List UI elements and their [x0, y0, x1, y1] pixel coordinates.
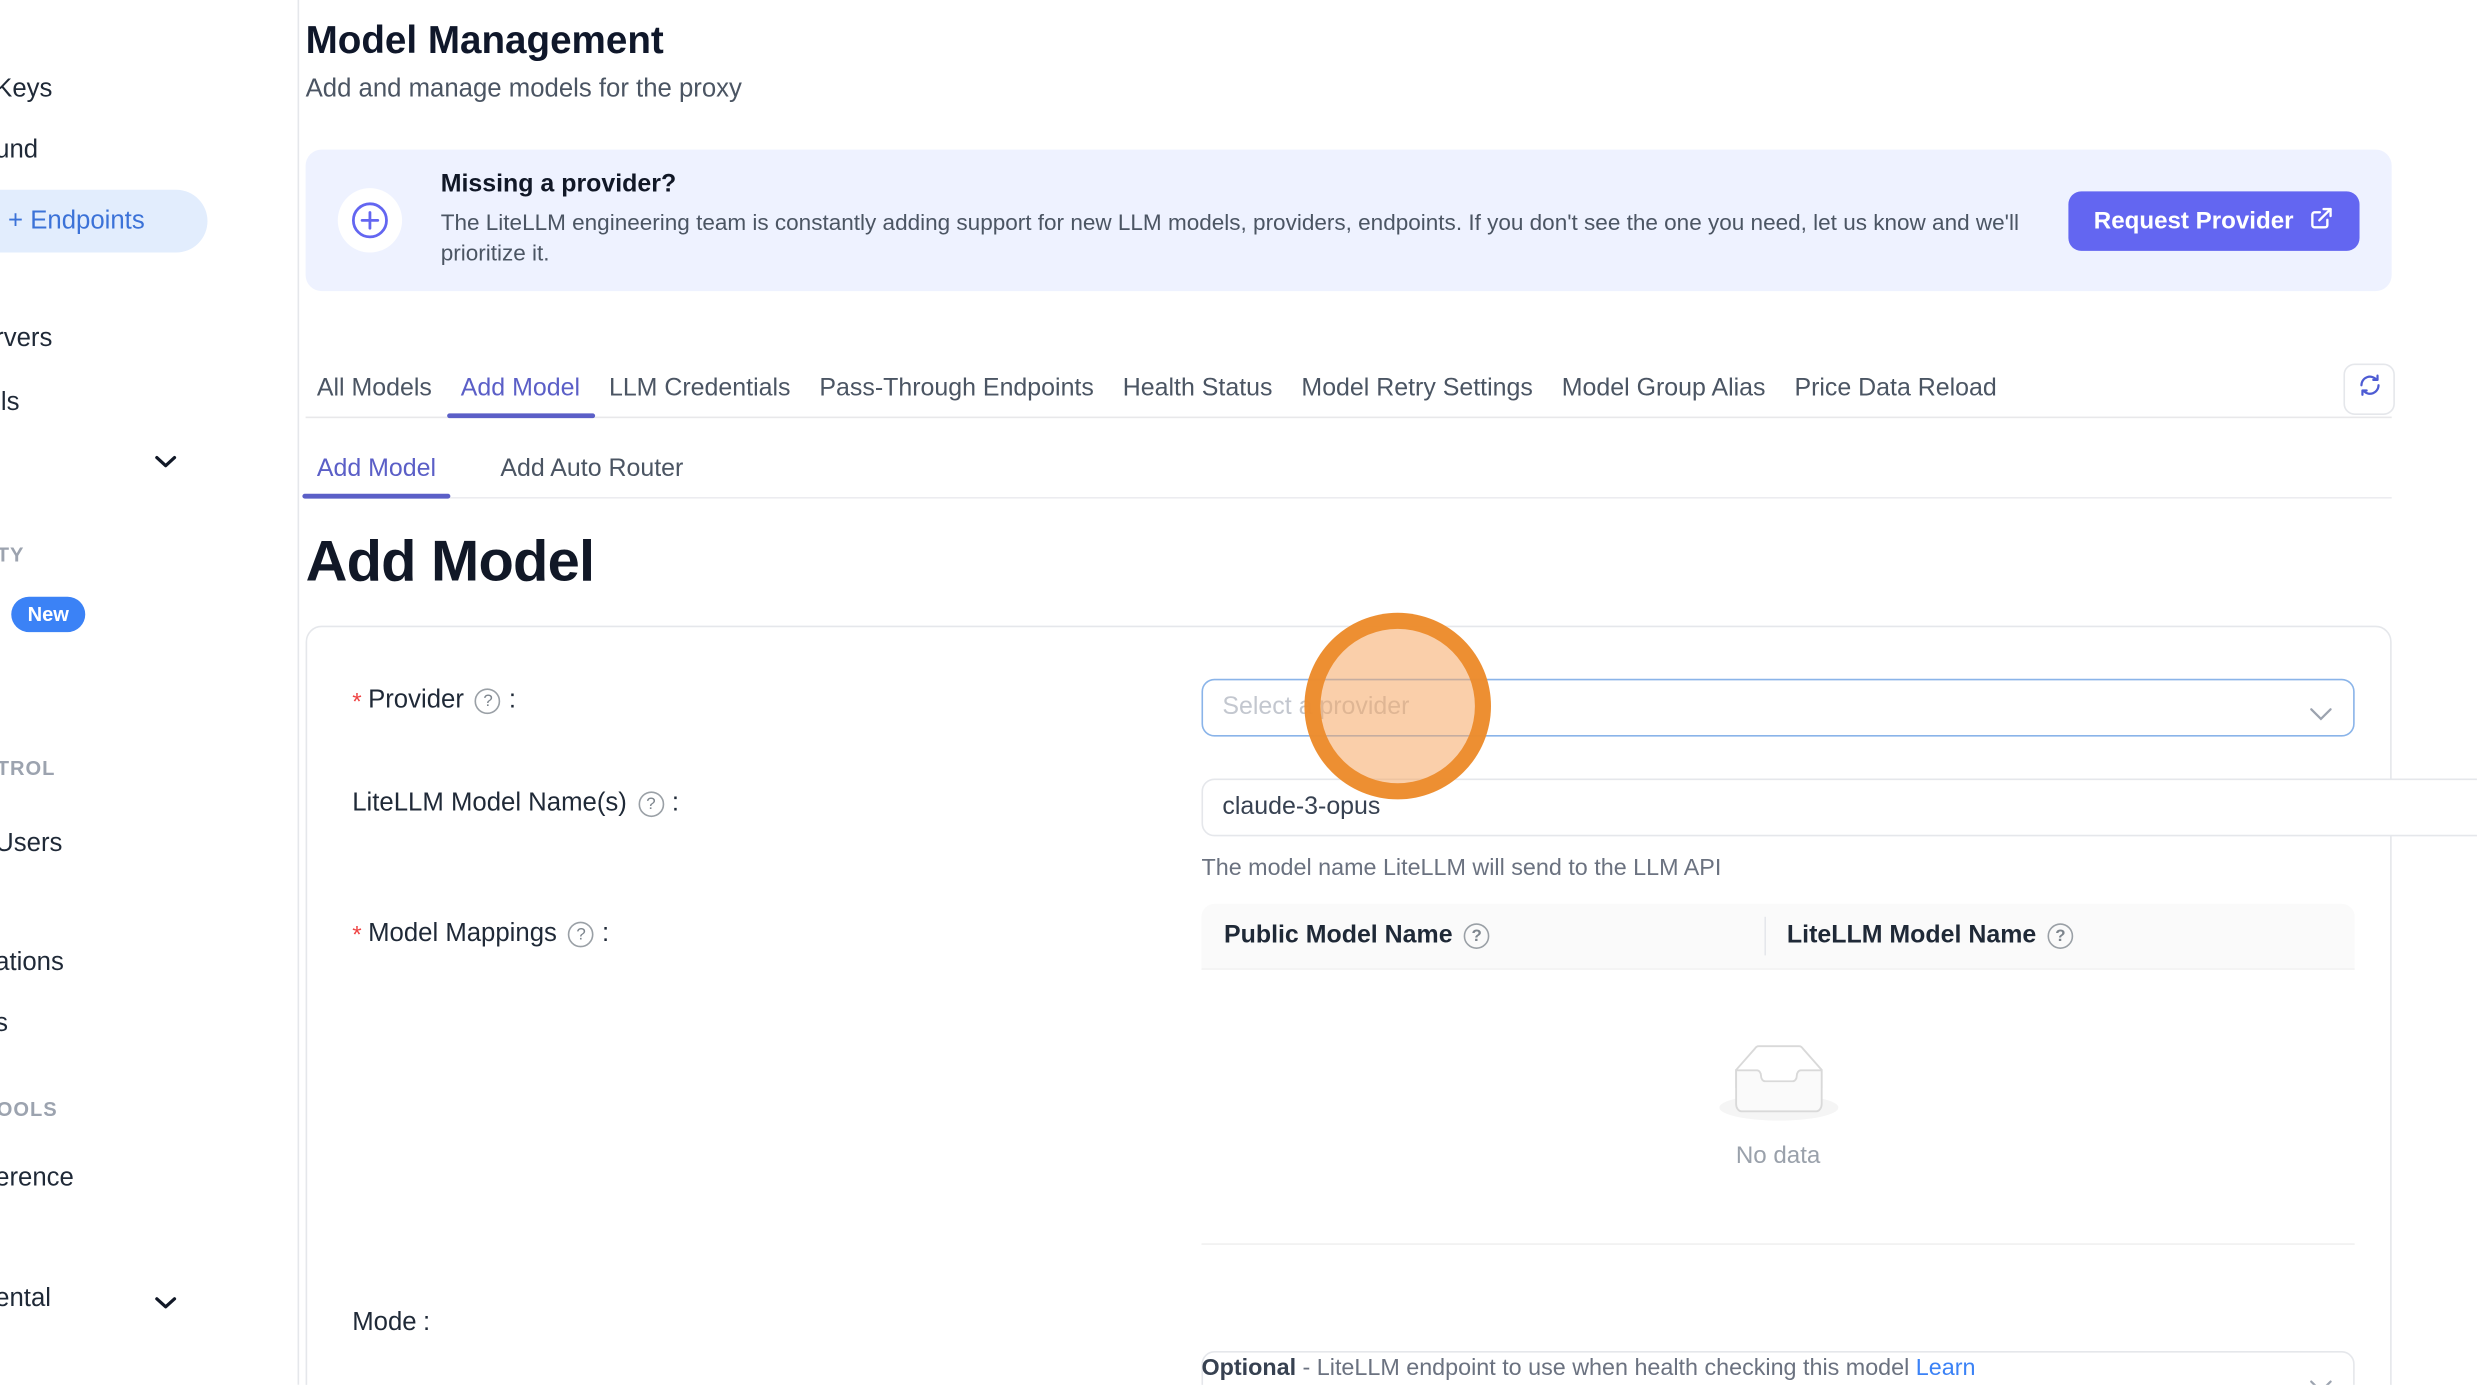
- sidebar-item-inference[interactable]: erence: [0, 1164, 74, 1193]
- model-tabs: All Models Add Model LLM Credentials Pas…: [302, 372, 2011, 415]
- sidebar-item-teams[interactable]: s: [0, 1010, 8, 1039]
- sidebar-item-mcp-servers[interactable]: rvers: [0, 325, 52, 354]
- model-name-input[interactable]: [1201, 778, 2476, 836]
- required-marker: *: [352, 688, 361, 715]
- external-link-icon: [2308, 205, 2334, 237]
- subtab-add-auto-router[interactable]: Add Auto Router: [486, 452, 698, 497]
- sidebar-item-experimental[interactable]: ental: [0, 1285, 51, 1314]
- chevron-down-icon: [2310, 701, 2333, 730]
- add-model-form-card: * Provider ? : Select a provider LiteLLM…: [306, 626, 2392, 1385]
- question-circle-icon[interactable]: ?: [2048, 923, 2074, 949]
- required-marker: *: [352, 921, 361, 948]
- request-provider-button[interactable]: Request Provider: [2068, 191, 2359, 251]
- question-circle-icon[interactable]: ?: [475, 688, 501, 714]
- chevron-down-icon[interactable]: [154, 1290, 177, 1304]
- page-title: Model Management: [306, 19, 664, 64]
- mappings-empty-state: No data: [1201, 970, 2354, 1245]
- sidebar-item-playground[interactable]: und: [0, 137, 38, 166]
- sidebar-section-access-control: TROL: [0, 758, 55, 781]
- subtab-add-model[interactable]: Add Model: [302, 452, 450, 497]
- public-model-name-header: Public Model Name ?: [1201, 922, 1764, 951]
- sidebar-item-organizations[interactable]: ations: [0, 949, 64, 978]
- sidebar: Keys und + Endpoints rvers ils TY New TR…: [0, 0, 299, 1385]
- model-mappings-table: Public Model Name ? LiteLLM Model Name ?: [1201, 904, 2354, 1245]
- add-model-heading: Add Model: [306, 524, 595, 598]
- tab-price-data-reload[interactable]: Price Data Reload: [1780, 372, 2011, 415]
- sidebar-section-observability: TY: [0, 544, 24, 567]
- app-window: Keys und + Endpoints rvers ils TY New TR…: [0, 0, 2477, 1385]
- refresh-button[interactable]: [2343, 363, 2394, 414]
- sidebar-section-tools: OOLS: [0, 1099, 58, 1122]
- question-circle-icon[interactable]: ?: [638, 791, 664, 817]
- litellm-model-name-header: LiteLLM Model Name ?: [1764, 922, 2079, 951]
- provider-select[interactable]: Select a provider: [1201, 679, 2354, 737]
- learn-more-link[interactable]: Learn: [1916, 1356, 1976, 1382]
- provider-placeholder: Select a provider: [1222, 693, 1409, 722]
- question-circle-icon[interactable]: ?: [568, 922, 594, 948]
- mode-label: Mode :: [352, 1309, 430, 1338]
- tab-model-retry-settings[interactable]: Model Retry Settings: [1287, 372, 1547, 415]
- tab-model-group-alias[interactable]: Model Group Alias: [1547, 372, 1780, 415]
- question-circle-icon[interactable]: ?: [1464, 923, 1490, 949]
- chevron-down-icon: [2310, 1374, 2333, 1385]
- chevron-down-icon[interactable]: [154, 449, 177, 463]
- request-provider-label: Request Provider: [2094, 207, 2294, 234]
- mappings-table-header: Public Model Name ? LiteLLM Model Name ?: [1201, 904, 2354, 970]
- tab-llm-credentials[interactable]: LLM Credentials: [594, 372, 804, 415]
- provider-label: * Provider ? :: [352, 687, 516, 716]
- tabs-divider: [306, 417, 2392, 419]
- sidebar-item-label: + Endpoints: [8, 207, 145, 236]
- tab-health-status[interactable]: Health Status: [1108, 372, 1287, 415]
- mode-helper: Optional - LiteLLM endpoint to use when …: [1201, 1356, 1975, 1382]
- new-badge: New: [11, 597, 85, 632]
- model-mappings-label: * Model Mappings ? :: [352, 920, 609, 949]
- no-data-text: No data: [1736, 1142, 1821, 1169]
- banner-title: Missing a provider?: [441, 170, 2057, 199]
- tab-all-models[interactable]: All Models: [302, 372, 446, 415]
- banner-body: The LiteLLM engineering team is constant…: [441, 207, 2057, 268]
- model-name-helper: The model name LiteLLM will send to the …: [1201, 856, 1721, 882]
- refresh-icon: [2357, 373, 2381, 405]
- inbox-icon: [1719, 1044, 1838, 1129]
- sidebar-item-guardrails[interactable]: ils: [0, 389, 19, 418]
- add-model-subtabs: Add Model Add Auto Router: [302, 452, 697, 497]
- subtabs-divider: [306, 497, 2392, 499]
- plus-circle-icon: [338, 188, 402, 252]
- sidebar-item-virtual-keys[interactable]: Keys: [0, 76, 52, 105]
- missing-provider-banner: Missing a provider? The LiteLLM engineer…: [306, 150, 2392, 292]
- page-subtitle: Add and manage models for the proxy: [306, 76, 742, 105]
- sidebar-item-internal-users[interactable]: Users: [0, 830, 62, 859]
- column-divider: [1764, 917, 1766, 956]
- tab-add-model[interactable]: Add Model: [446, 372, 594, 415]
- sidebar-item-models-endpoints-active[interactable]: + Endpoints: [0, 190, 207, 253]
- model-name-label: LiteLLM Model Name(s) ? :: [352, 790, 679, 819]
- tab-pass-through-endpoints[interactable]: Pass-Through Endpoints: [805, 372, 1108, 415]
